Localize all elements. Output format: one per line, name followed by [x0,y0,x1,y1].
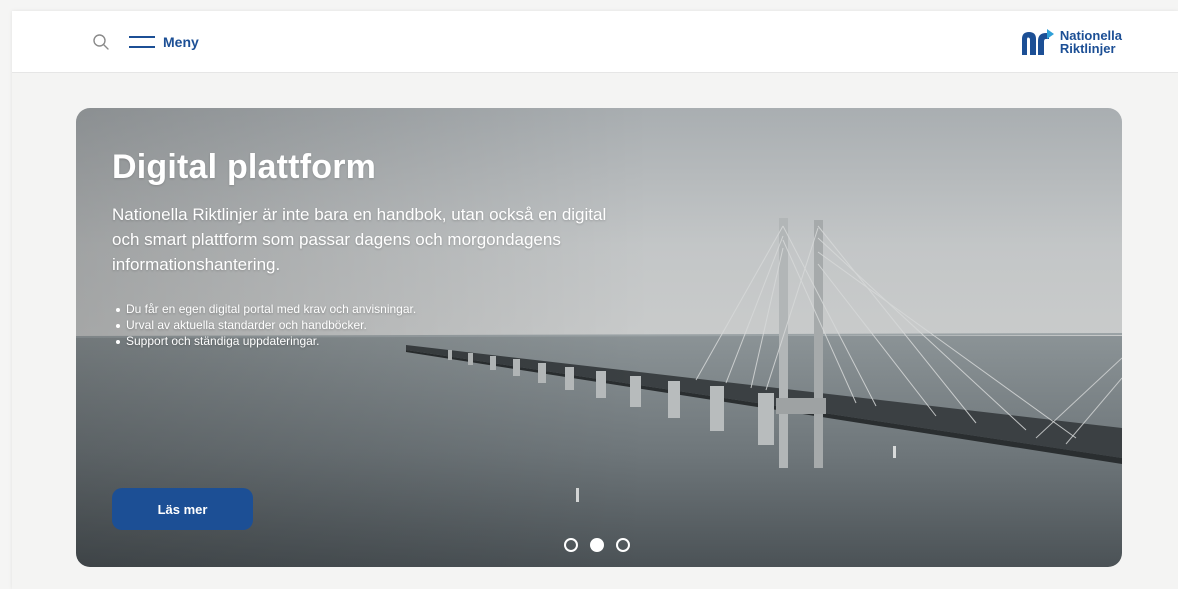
menu-button[interactable]: Meny [129,31,199,53]
carousel-dot-1[interactable] [564,538,578,552]
logo-line-2: Riktlinjer [1059,41,1116,56]
carousel-dot-2[interactable] [590,538,604,552]
read-more-button[interactable]: Läs mer [112,488,253,530]
hero-title: Digital plattform [112,148,377,186]
logo-text: Nationella Riktlinjer [1060,29,1122,55]
logo-mark-icon [1021,29,1054,55]
page: Meny Nationella Riktlinjer Digital platt… [12,11,1178,589]
carousel-pagination [564,538,642,552]
menu-label: Meny [163,34,199,50]
list-item: Support och ständiga uppdateringar. [112,333,632,349]
list-item: Urval av aktuella standarder och handböc… [112,317,632,333]
carousel-dot-3[interactable] [616,538,630,552]
hero-description: Nationella Riktlinjer är inte bara en ha… [112,205,607,274]
site-logo[interactable]: Nationella Riktlinjer [1020,26,1122,58]
hero-content: Digital plattform Nationella Riktlinjer … [112,148,632,349]
search-icon [93,34,109,50]
list-item: Du får en egen digital portal med krav o… [112,301,632,317]
hero-bullet-list: Du får en egen digital portal med krav o… [112,301,632,349]
menu-icon [129,35,155,49]
search-button[interactable] [92,33,110,51]
site-header: Meny Nationella Riktlinjer [12,11,1178,73]
hero-carousel: Digital plattform Nationella Riktlinjer … [76,108,1122,567]
